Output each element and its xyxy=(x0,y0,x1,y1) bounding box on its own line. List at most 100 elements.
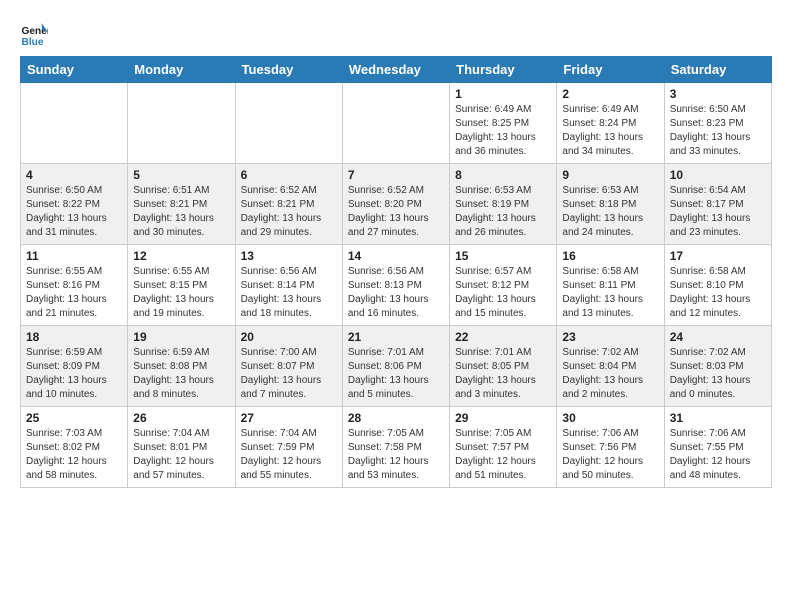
calendar-week-1: 1 Sunrise: 6:49 AM Sunset: 8:25 PM Daylig… xyxy=(21,83,772,164)
calendar-week-5: 25 Sunrise: 7:03 AM Sunset: 8:02 PM Dayli… xyxy=(21,407,772,488)
day-info: Sunrise: 7:06 AM Sunset: 7:55 PM Dayligh… xyxy=(670,427,766,483)
calendar-cell: 21 Sunrise: 7:01 AM Sunset: 8:06 PM Dayli… xyxy=(342,326,449,407)
day-info: Sunrise: 6:59 AM Sunset: 8:08 PM Dayligh… xyxy=(133,346,229,402)
day-info: Sunrise: 7:05 AM Sunset: 7:58 PM Dayligh… xyxy=(348,427,444,483)
weekday-header-friday: Friday xyxy=(557,57,664,83)
calendar-cell: 14 Sunrise: 6:56 AM Sunset: 8:13 PM Dayli… xyxy=(342,245,449,326)
day-number: 6 xyxy=(241,168,337,182)
weekday-header-thursday: Thursday xyxy=(450,57,557,83)
day-info: Sunrise: 6:58 AM Sunset: 8:10 PM Dayligh… xyxy=(670,265,766,321)
day-number: 4 xyxy=(26,168,122,182)
day-info: Sunrise: 7:01 AM Sunset: 8:06 PM Dayligh… xyxy=(348,346,444,402)
calendar-cell: 19 Sunrise: 6:59 AM Sunset: 8:08 PM Dayli… xyxy=(128,326,235,407)
calendar-cell xyxy=(21,83,128,164)
day-number: 27 xyxy=(241,411,337,425)
calendar-cell: 29 Sunrise: 7:05 AM Sunset: 7:57 PM Dayli… xyxy=(450,407,557,488)
day-info: Sunrise: 6:54 AM Sunset: 8:17 PM Dayligh… xyxy=(670,184,766,240)
calendar-cell: 27 Sunrise: 7:04 AM Sunset: 7:59 PM Dayli… xyxy=(235,407,342,488)
day-info: Sunrise: 7:00 AM Sunset: 8:07 PM Dayligh… xyxy=(241,346,337,402)
day-info: Sunrise: 6:57 AM Sunset: 8:12 PM Dayligh… xyxy=(455,265,551,321)
calendar-cell: 15 Sunrise: 6:57 AM Sunset: 8:12 PM Dayli… xyxy=(450,245,557,326)
calendar-cell: 12 Sunrise: 6:55 AM Sunset: 8:15 PM Dayli… xyxy=(128,245,235,326)
day-info: Sunrise: 7:02 AM Sunset: 8:03 PM Dayligh… xyxy=(670,346,766,402)
calendar-cell: 23 Sunrise: 7:02 AM Sunset: 8:04 PM Dayli… xyxy=(557,326,664,407)
logo: General Blue xyxy=(20,20,52,48)
day-info: Sunrise: 7:03 AM Sunset: 8:02 PM Dayligh… xyxy=(26,427,122,483)
day-info: Sunrise: 7:04 AM Sunset: 8:01 PM Dayligh… xyxy=(133,427,229,483)
day-number: 26 xyxy=(133,411,229,425)
day-number: 12 xyxy=(133,249,229,263)
day-info: Sunrise: 7:04 AM Sunset: 7:59 PM Dayligh… xyxy=(241,427,337,483)
calendar-week-2: 4 Sunrise: 6:50 AM Sunset: 8:22 PM Daylig… xyxy=(21,164,772,245)
calendar-cell: 24 Sunrise: 7:02 AM Sunset: 8:03 PM Dayli… xyxy=(664,326,771,407)
day-number: 22 xyxy=(455,330,551,344)
day-number: 20 xyxy=(241,330,337,344)
calendar-cell: 31 Sunrise: 7:06 AM Sunset: 7:55 PM Dayli… xyxy=(664,407,771,488)
calendar-cell: 26 Sunrise: 7:04 AM Sunset: 8:01 PM Dayli… xyxy=(128,407,235,488)
calendar-week-3: 11Sunrise: 6:55 AM Sunset: 8:16 PM Dayli… xyxy=(21,245,772,326)
calendar-cell: 22 Sunrise: 7:01 AM Sunset: 8:05 PM Dayli… xyxy=(450,326,557,407)
page-header: General Blue xyxy=(20,16,772,48)
calendar-cell xyxy=(128,83,235,164)
day-number: 30 xyxy=(562,411,658,425)
day-info: Sunrise: 6:50 AM Sunset: 8:22 PM Dayligh… xyxy=(26,184,122,240)
day-number: 29 xyxy=(455,411,551,425)
day-info: Sunrise: 6:56 AM Sunset: 8:14 PM Dayligh… xyxy=(241,265,337,321)
day-number: 19 xyxy=(133,330,229,344)
calendar-cell: 18Sunrise: 6:59 AM Sunset: 8:09 PM Dayli… xyxy=(21,326,128,407)
day-number: 31 xyxy=(670,411,766,425)
day-number: 5 xyxy=(133,168,229,182)
day-number: 25 xyxy=(26,411,122,425)
calendar-week-4: 18Sunrise: 6:59 AM Sunset: 8:09 PM Dayli… xyxy=(21,326,772,407)
weekday-header-saturday: Saturday xyxy=(664,57,771,83)
weekday-header-wednesday: Wednesday xyxy=(342,57,449,83)
day-number: 23 xyxy=(562,330,658,344)
calendar-cell: 8Sunrise: 6:53 AM Sunset: 8:19 PM Daylig… xyxy=(450,164,557,245)
day-number: 7 xyxy=(348,168,444,182)
day-number: 11 xyxy=(26,249,122,263)
calendar-table: SundayMondayTuesdayWednesdayThursdayFrid… xyxy=(20,56,772,488)
day-number: 14 xyxy=(348,249,444,263)
day-number: 24 xyxy=(670,330,766,344)
day-info: Sunrise: 6:53 AM Sunset: 8:19 PM Dayligh… xyxy=(455,184,551,240)
day-info: Sunrise: 6:55 AM Sunset: 8:15 PM Dayligh… xyxy=(133,265,229,321)
day-number: 28 xyxy=(348,411,444,425)
calendar-cell: 16 Sunrise: 6:58 AM Sunset: 8:11 PM Dayli… xyxy=(557,245,664,326)
day-info: Sunrise: 7:01 AM Sunset: 8:05 PM Dayligh… xyxy=(455,346,551,402)
day-info: Sunrise: 7:05 AM Sunset: 7:57 PM Dayligh… xyxy=(455,427,551,483)
calendar-cell: 11Sunrise: 6:55 AM Sunset: 8:16 PM Dayli… xyxy=(21,245,128,326)
day-info: Sunrise: 6:59 AM Sunset: 8:09 PM Dayligh… xyxy=(26,346,122,402)
day-number: 10 xyxy=(670,168,766,182)
day-info: Sunrise: 6:49 AM Sunset: 8:25 PM Dayligh… xyxy=(455,103,551,159)
calendar-cell: 10 Sunrise: 6:54 AM Sunset: 8:17 PM Dayli… xyxy=(664,164,771,245)
weekday-header-tuesday: Tuesday xyxy=(235,57,342,83)
day-info: Sunrise: 6:56 AM Sunset: 8:13 PM Dayligh… xyxy=(348,265,444,321)
day-number: 21 xyxy=(348,330,444,344)
calendar-cell: 5 Sunrise: 6:51 AM Sunset: 8:21 PM Daylig… xyxy=(128,164,235,245)
day-number: 13 xyxy=(241,249,337,263)
calendar-cell: 20 Sunrise: 7:00 AM Sunset: 8:07 PM Dayli… xyxy=(235,326,342,407)
day-number: 1 xyxy=(455,87,551,101)
calendar-cell xyxy=(235,83,342,164)
svg-text:Blue: Blue xyxy=(22,37,44,48)
day-number: 16 xyxy=(562,249,658,263)
calendar-cell: 28 Sunrise: 7:05 AM Sunset: 7:58 PM Dayli… xyxy=(342,407,449,488)
day-info: Sunrise: 6:58 AM Sunset: 8:11 PM Dayligh… xyxy=(562,265,658,321)
calendar-cell: 2Sunrise: 6:49 AM Sunset: 8:24 PM Daylig… xyxy=(557,83,664,164)
calendar-cell: 17 Sunrise: 6:58 AM Sunset: 8:10 PM Dayli… xyxy=(664,245,771,326)
day-number: 9 xyxy=(562,168,658,182)
day-info: Sunrise: 6:51 AM Sunset: 8:21 PM Dayligh… xyxy=(133,184,229,240)
calendar-cell xyxy=(342,83,449,164)
day-info: Sunrise: 7:02 AM Sunset: 8:04 PM Dayligh… xyxy=(562,346,658,402)
weekday-header-sunday: Sunday xyxy=(21,57,128,83)
calendar-cell: 25 Sunrise: 7:03 AM Sunset: 8:02 PM Dayli… xyxy=(21,407,128,488)
day-info: Sunrise: 6:52 AM Sunset: 8:20 PM Dayligh… xyxy=(348,184,444,240)
calendar-cell: 7 Sunrise: 6:52 AM Sunset: 8:20 PM Daylig… xyxy=(342,164,449,245)
day-number: 17 xyxy=(670,249,766,263)
day-info: Sunrise: 6:53 AM Sunset: 8:18 PM Dayligh… xyxy=(562,184,658,240)
day-number: 3 xyxy=(670,87,766,101)
logo-icon: General Blue xyxy=(20,20,48,48)
day-number: 15 xyxy=(455,249,551,263)
day-info: Sunrise: 6:52 AM Sunset: 8:21 PM Dayligh… xyxy=(241,184,337,240)
calendar-cell: 3Sunrise: 6:50 AM Sunset: 8:23 PM Daylig… xyxy=(664,83,771,164)
